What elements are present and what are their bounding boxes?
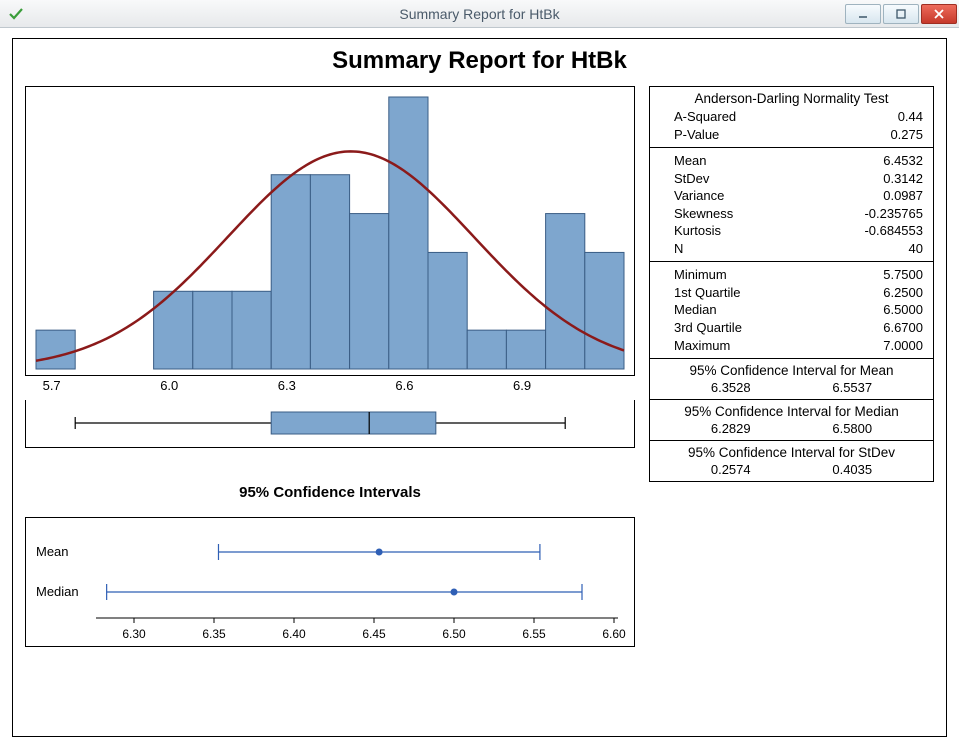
histogram-tick: 6.9: [513, 378, 531, 393]
ci-tick: 6.45: [362, 627, 386, 641]
mean-value: 6.4532: [843, 152, 923, 170]
skewness-value: -0.235765: [843, 205, 923, 223]
minimize-button[interactable]: [845, 4, 881, 24]
histogram-tick: 5.7: [43, 378, 61, 393]
window-controls: [845, 4, 959, 24]
descriptive-block: Mean 6.4532 StDev 0.3142 Variance 0.0987 Sk…: [650, 148, 933, 262]
ci-chart: Mean Median 6.30 6.35 6.40 6.45 6.50 6.55 6.60: [25, 517, 635, 647]
ci-tick: 6.30: [122, 627, 146, 641]
ci-mean-lo: 6.3528: [711, 380, 751, 395]
report-title: Summary Report for HtBk: [13, 47, 946, 75]
ci-mean-title: 95% Confidence Interval for Mean: [660, 363, 923, 378]
ci-row-label: Median: [36, 584, 79, 599]
maximize-button[interactable]: [883, 4, 919, 24]
ci-tick: 6.55: [522, 627, 546, 641]
ci-tick: 6.50: [442, 627, 466, 641]
ci-row-label: Mean: [36, 544, 69, 559]
ci-tick: 6.35: [202, 627, 226, 641]
histogram-tick: 6.6: [395, 378, 413, 393]
min-label: Minimum: [660, 266, 727, 284]
variance-label: Variance: [660, 187, 724, 205]
ci-svg: Mean Median 6.30 6.35 6.40 6.45 6.50 6.55 6.60: [26, 518, 634, 646]
histogram-x-ticks: 5.7 6.0 6.3 6.6 6.9: [25, 376, 635, 394]
charts-column: 5.7 6.0 6.3 6.6 6.9 95% Confidence Intervals…: [25, 81, 635, 647]
ci-tick: 6.40: [282, 627, 306, 641]
ci-median-block: 95% Confidence Interval for Median 6.282…: [650, 400, 933, 441]
window-title: Summary Report for HtBk: [0, 6, 959, 22]
stats-table: Anderson-Darling Normality Test A-Square…: [649, 86, 934, 482]
normality-title: Anderson-Darling Normality Test: [660, 91, 923, 106]
histogram-svg: [26, 87, 634, 375]
ci-stdev-hi: 0.4035: [832, 462, 872, 477]
n-value: 40: [843, 240, 923, 258]
q3-value: 6.6700: [843, 319, 923, 337]
ci-tick: 6.60: [602, 627, 626, 641]
stdev-label: StDev: [660, 170, 709, 188]
p-value: 0.275: [843, 126, 923, 144]
histogram-chart: [25, 86, 635, 376]
stdev-value: 0.3142: [843, 170, 923, 188]
boxplot-svg: [26, 400, 634, 446]
median-label: Median: [660, 301, 717, 319]
max-value: 7.0000: [843, 337, 923, 355]
mean-label: Mean: [660, 152, 707, 170]
checkmark-icon: [8, 6, 24, 22]
q1-label: 1st Quartile: [660, 284, 740, 302]
max-label: Maximum: [660, 337, 730, 355]
ci-mean-block: 95% Confidence Interval for Mean 6.3528 6…: [650, 359, 933, 400]
histogram-tick: 6.3: [278, 378, 296, 393]
ci-stdev-lo: 0.2574: [711, 462, 751, 477]
p-value-label: P-Value: [660, 126, 719, 144]
ci-median-title: 95% Confidence Interval for Median: [660, 404, 923, 419]
q1-value: 6.2500: [843, 284, 923, 302]
a-squared-value: 0.44: [843, 108, 923, 126]
a-squared-label: A-Squared: [660, 108, 736, 126]
close-button[interactable]: [921, 4, 957, 24]
median-value: 6.5000: [843, 301, 923, 319]
min-value: 5.7500: [843, 266, 923, 284]
ci-stdev-title: 95% Confidence Interval for StDev: [660, 445, 923, 460]
histogram-tick: 6.0: [160, 378, 178, 393]
ci-mean-hi: 6.5537: [832, 380, 872, 395]
stats-column: Anderson-Darling Normality Test A-Square…: [649, 81, 934, 482]
ci-panel-title: 95% Confidence Intervals: [25, 484, 635, 501]
kurtosis-label: Kurtosis: [660, 222, 721, 240]
kurtosis-value: -0.684553: [843, 222, 923, 240]
ci-median-hi: 6.5800: [832, 421, 872, 436]
ci-stdev-block: 95% Confidence Interval for StDev 0.2574…: [650, 441, 933, 481]
report-frame: Summary Report for HtBk 5.7 6.0 6.3 6.6 6.9 …: [12, 38, 947, 737]
quartiles-block: Minimum 5.7500 1st Quartile 6.2500 Median 6…: [650, 262, 933, 359]
boxplot-chart: [25, 400, 635, 448]
window-titlebar: Summary Report for HtBk: [0, 0, 959, 28]
skewness-label: Skewness: [660, 205, 733, 223]
n-label: N: [660, 240, 683, 258]
q3-label: 3rd Quartile: [660, 319, 742, 337]
normality-block: Anderson-Darling Normality Test A-Square…: [650, 87, 933, 148]
variance-value: 0.0987: [843, 187, 923, 205]
ci-median-lo: 6.2829: [711, 421, 751, 436]
